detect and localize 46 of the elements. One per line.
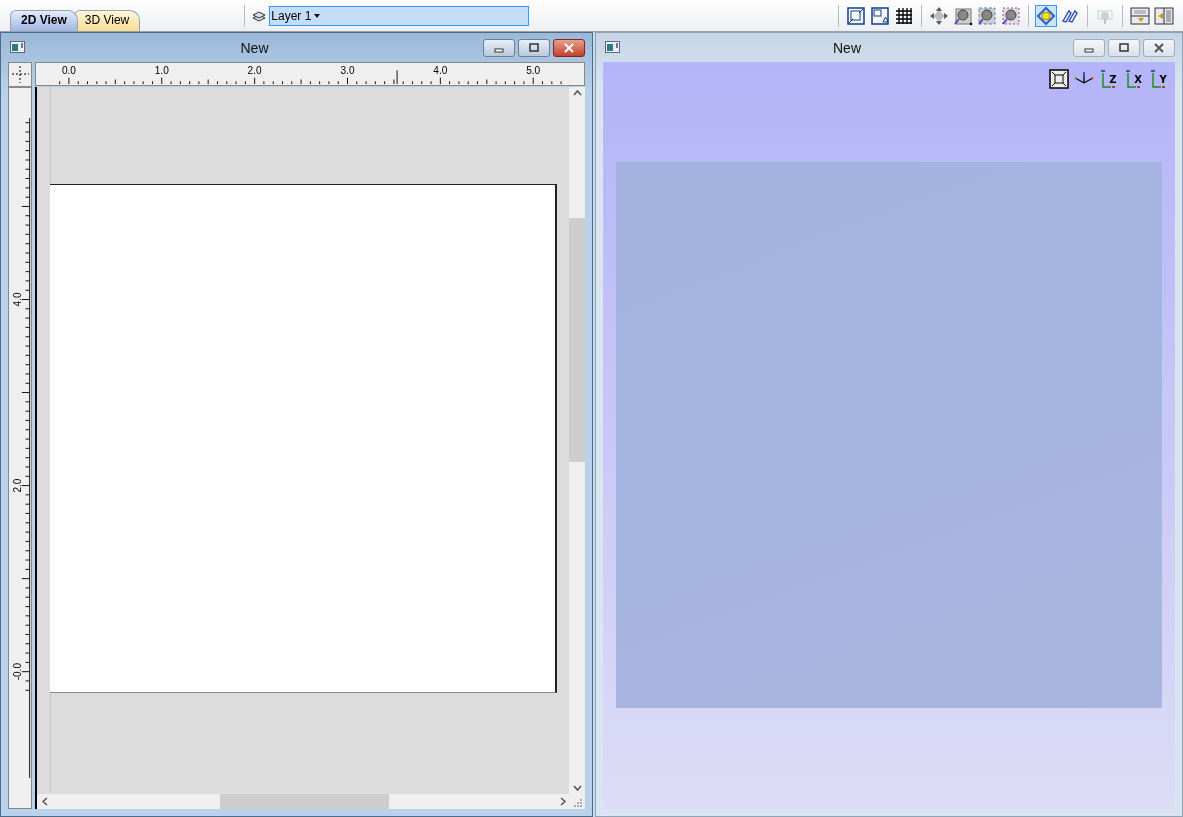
ruler-label: -0.0 xyxy=(11,663,23,681)
close-icon xyxy=(1153,42,1165,53)
window-title: New xyxy=(239,39,270,56)
ruler-label: 3.0 xyxy=(340,65,355,76)
layer-dropdown[interactable]: Layer 1 xyxy=(269,5,530,26)
window-icon xyxy=(605,41,621,54)
ruler-label: 1.0 xyxy=(154,65,169,76)
scroll-up-icon[interactable] xyxy=(572,89,582,98)
window-title: New xyxy=(832,39,862,56)
resize-grip-icon[interactable] xyxy=(574,799,582,807)
ruler-label: 5.0 xyxy=(526,65,541,76)
cursor-marker xyxy=(396,69,398,85)
toolbar-button[interactable] xyxy=(845,4,868,27)
maximize-button[interactable] xyxy=(518,38,550,57)
move-icon xyxy=(929,5,950,26)
maximize-icon xyxy=(1118,42,1130,53)
scroll-down-icon[interactable] xyxy=(572,783,582,792)
split-view-icon xyxy=(1130,5,1151,26)
view-tab[interactable]: 3D View xyxy=(73,10,141,31)
ruler-label: 4.0 xyxy=(11,292,23,307)
shapes-icon xyxy=(870,5,891,26)
minimize-button[interactable] xyxy=(483,38,515,57)
toolbar-button[interactable] xyxy=(976,4,999,27)
scroll-left-icon[interactable] xyxy=(41,797,50,806)
vertical-scrollbar[interactable] xyxy=(569,87,585,794)
grid-icon xyxy=(894,5,915,26)
ruler-origin[interactable] xyxy=(8,62,32,87)
zoom-icon xyxy=(1001,5,1022,26)
close-icon xyxy=(563,42,575,53)
caret-icon xyxy=(314,13,321,18)
zoom-icon xyxy=(977,5,998,26)
zoom-icon xyxy=(953,5,974,26)
window-icon xyxy=(10,41,26,54)
resize-icon xyxy=(846,5,867,26)
scrollbar-thumb[interactable] xyxy=(219,794,389,809)
close-button[interactable] xyxy=(553,38,585,57)
view-tab[interactable]: 2D View xyxy=(10,10,78,31)
maximize-icon xyxy=(528,42,540,53)
scroll-right-icon[interactable] xyxy=(558,797,567,806)
ruler-label: 2.0 xyxy=(11,478,23,493)
lightbulb-icon xyxy=(1036,5,1057,26)
split-view-icon xyxy=(1154,5,1175,26)
scrollbar-thumb[interactable] xyxy=(569,218,585,462)
ruler-label: 0.0 xyxy=(61,65,76,76)
ruler-label: 4.0 xyxy=(433,65,448,76)
ruler-label: 2.0 xyxy=(247,65,262,76)
